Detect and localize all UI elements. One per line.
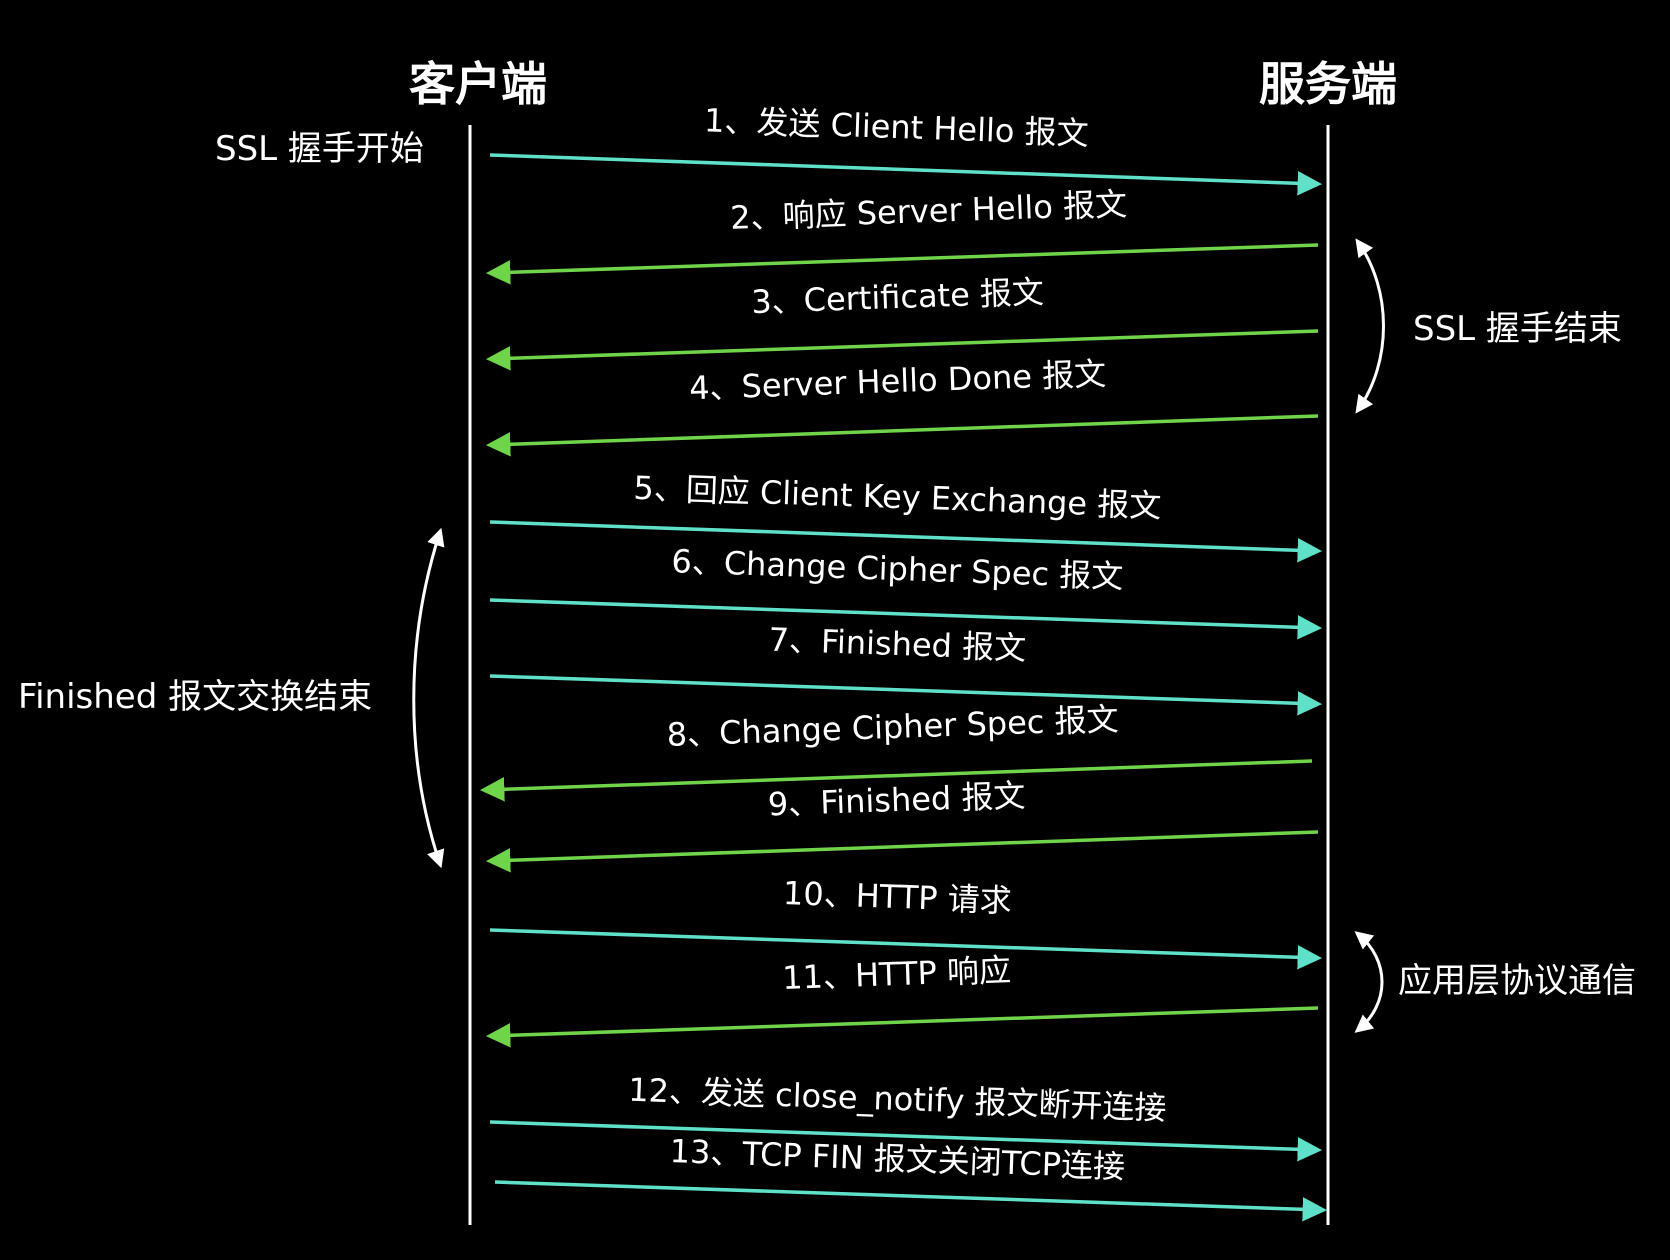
- message-label-1: 1、发送 Client Hello 报文: [704, 101, 1090, 152]
- server-header: 服务端: [1259, 57, 1397, 111]
- message-arrow-3: [485, 329, 1319, 371]
- message-arrow-13: [494, 1180, 1328, 1222]
- message-label-7: 7、Finished 报文: [768, 621, 1027, 668]
- message-label-9: 9、Finished 报文: [767, 777, 1026, 824]
- message-label-6: 6、Change Cipher Spec 报文: [671, 542, 1124, 596]
- message-arrow-7: [489, 674, 1323, 716]
- ssl-handshake-diagram: 客户端 服务端 1、发送 Client Hello 报文 2、响应 Server …: [18, 57, 1636, 1225]
- client-header: 客户端: [409, 57, 547, 111]
- message-label-8: 8、Change Cipher Spec 报文: [666, 700, 1119, 754]
- message-arrow-9: [485, 830, 1319, 873]
- message-arrow-1: [489, 153, 1323, 196]
- finished-exchange-label: Finished 报文交换结束: [18, 677, 372, 717]
- message-arrow-2: [485, 243, 1319, 285]
- message-label-4: 4、Server Hello Done 报文: [689, 355, 1107, 408]
- message-label-3: 3、Certificate 报文: [751, 273, 1045, 321]
- message-label-2: 2、响应 Server Hello 报文: [730, 185, 1128, 237]
- messages-layer: 1、发送 Client Hello 报文 2、响应 Server Hello 报文…: [479, 101, 1328, 1222]
- message-label-11: 11、HTTP 响应: [782, 951, 1012, 997]
- app-protocol-bracket: [1354, 931, 1384, 1033]
- app-protocol-label: 应用层协议通信: [1398, 961, 1636, 1001]
- message-label-12: 12、发送 close_notify 报文断开连接: [628, 1071, 1167, 1128]
- message-arrow-6: [489, 598, 1323, 640]
- finished-exchange-bracket: [412, 527, 445, 869]
- ssl-start-label: SSL 握手开始: [215, 129, 424, 169]
- message-arrow-5: [489, 520, 1323, 563]
- message-arrow-11: [485, 1006, 1319, 1048]
- ssl-end-label: SSL 握手结束: [1413, 309, 1622, 349]
- message-label-10: 10、HTTP 请求: [782, 874, 1012, 920]
- ssl-end-bracket: [1355, 238, 1385, 414]
- message-label-5: 5、回应 Client Key Exchange 报文: [633, 469, 1162, 525]
- message-arrow-4: [485, 414, 1319, 457]
